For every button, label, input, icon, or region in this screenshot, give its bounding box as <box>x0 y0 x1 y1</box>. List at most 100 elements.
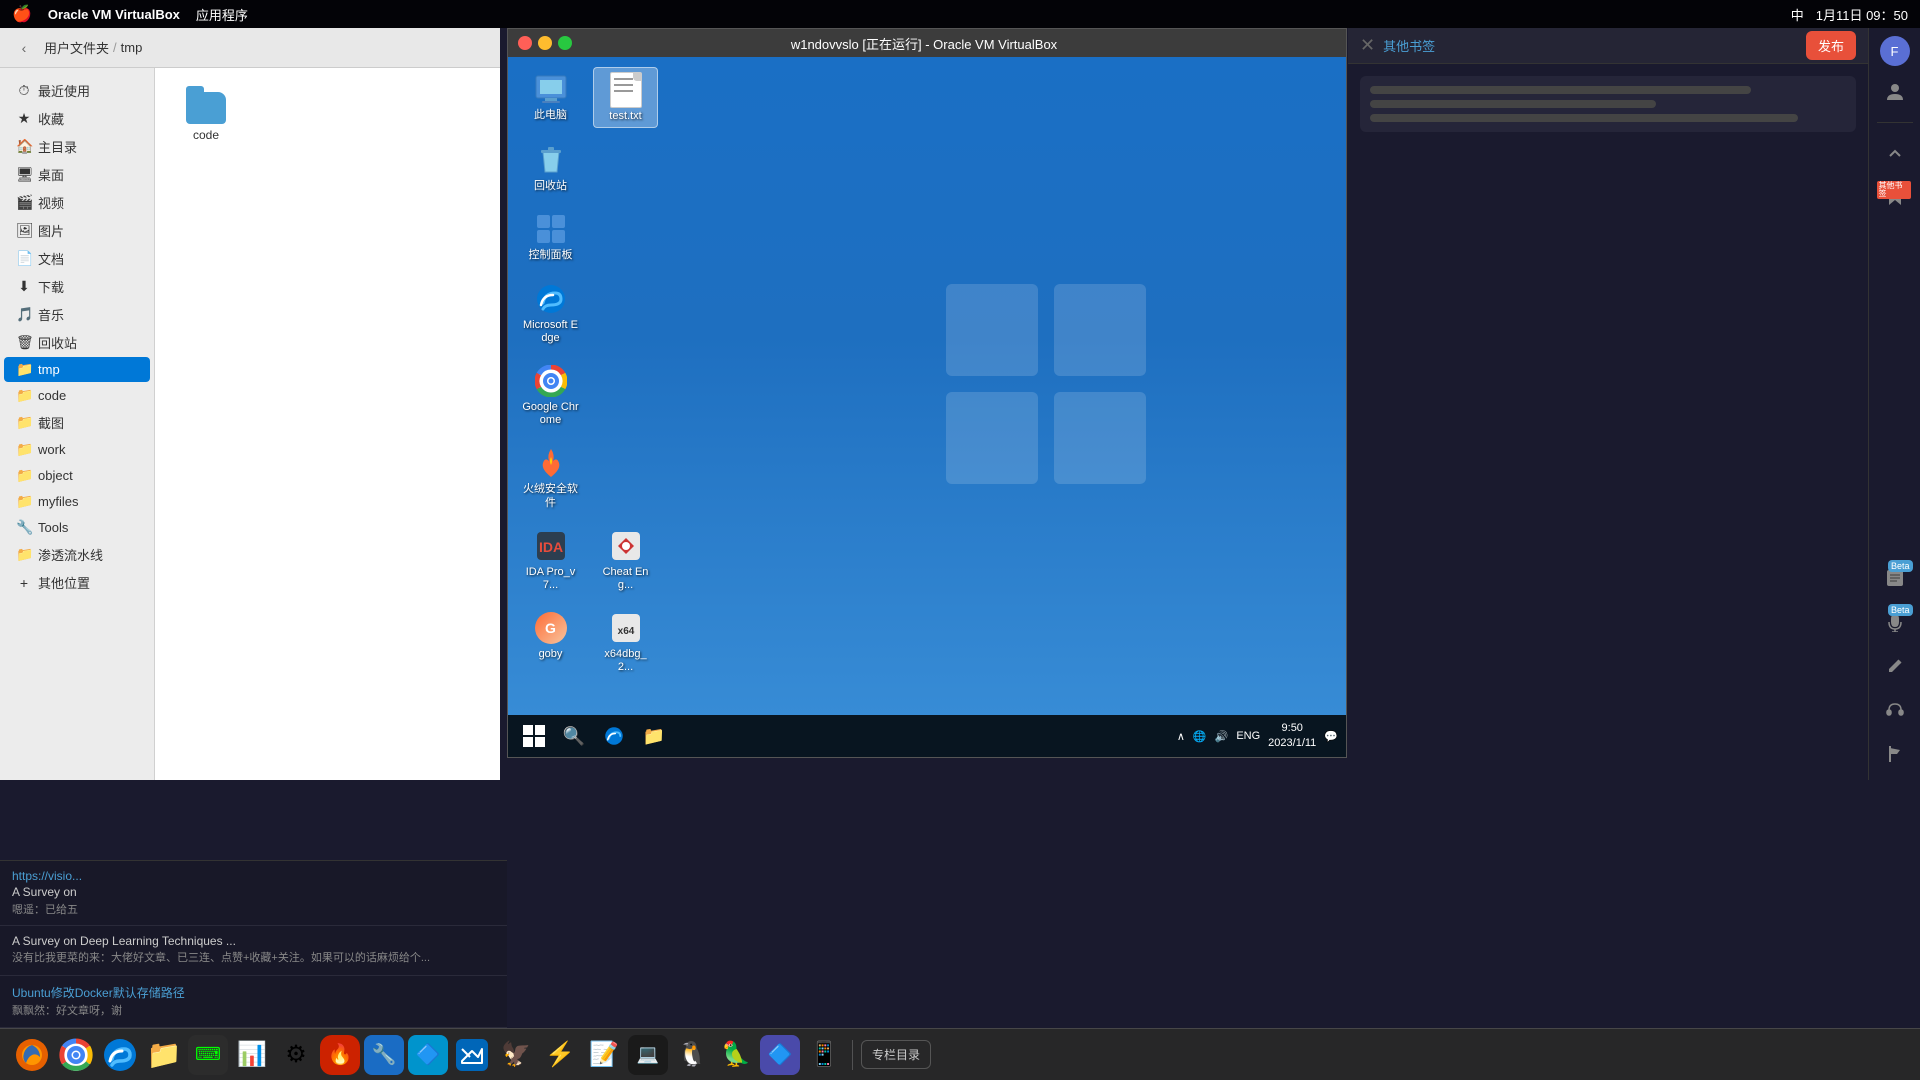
win-search-button[interactable]: 🔍 <box>556 718 592 754</box>
user-avatar[interactable]: F <box>1880 36 1910 66</box>
dock-files[interactable]: 📁 <box>144 1035 184 1075</box>
bookmarks-tab-label[interactable]: 其他书签 <box>1383 36 1435 55</box>
desktop-icon-cheatengine[interactable]: Cheat Eng... <box>593 524 658 596</box>
dock-terminal-2[interactable]: 💻 <box>628 1035 668 1075</box>
win10-desktop[interactable]: 此电脑 test.txt <box>508 57 1346 757</box>
dock-app-pencil[interactable]: 📝 <box>584 1035 624 1075</box>
notes-beta-icon[interactable]: Beta <box>1877 560 1913 596</box>
vbox-close-button[interactable] <box>518 36 532 50</box>
vbox-content[interactable]: 此电脑 test.txt <box>508 57 1346 757</box>
flag-icon[interactable] <box>1877 736 1913 772</box>
dock-app-extra[interactable]: 🔷 <box>760 1035 800 1075</box>
breadcrumb-home[interactable]: 用户文件夹 <box>44 38 109 57</box>
chat-title-1: A Survey on <box>12 885 495 899</box>
sidebar-item-desktop[interactable]: 🖥 桌面 <box>4 161 150 188</box>
dock-vscode[interactable] <box>452 1035 492 1075</box>
desktop-icon-chrome[interactable]: Google Chrome <box>518 359 583 431</box>
headphones-icon[interactable] <box>1877 692 1913 728</box>
dock-browser[interactable] <box>56 1035 96 1075</box>
chat-link-3[interactable]: Ubuntu修改Docker默认存储路径 <box>12 984 495 1001</box>
desktop-icon-controlpanel[interactable]: 控制面板 <box>518 207 583 266</box>
sidebar-item-object[interactable]: 📁 object <box>4 463 150 488</box>
apple-menu[interactable]: 🍎 <box>12 4 32 24</box>
dock-tux[interactable]: 🐧 <box>672 1035 712 1075</box>
desktop-icon-ida[interactable]: IDA IDA Pro_v7... <box>518 524 583 596</box>
sidebar-item-screenshots[interactable]: 📁 截图 <box>4 409 150 436</box>
sidebar-item-work[interactable]: 📁 work <box>4 437 150 462</box>
sidebar-item-videos[interactable]: 🎬 视频 <box>4 189 150 216</box>
sidebar-item-pentest[interactable]: 📁 渗透流水线 <box>4 541 150 568</box>
sidebar-item-favorites[interactable]: ★ 收藏 <box>4 105 150 132</box>
sidebar-item-other[interactable]: + 其他位置 <box>4 569 150 596</box>
chat-link-1[interactable]: https://visio... <box>12 869 495 883</box>
win-start-button[interactable] <box>516 718 552 754</box>
sidebar-item-documents[interactable]: 📄 文档 <box>4 245 150 272</box>
win-notification-icon[interactable]: 💬 <box>1324 730 1338 743</box>
dock-activity[interactable]: 📊 <box>232 1035 272 1075</box>
sidebar-item-trash[interactable]: 🗑 回收站 <box>4 329 150 356</box>
dock-app-lightning[interactable]: ⚡ <box>540 1035 580 1075</box>
sidebar-item-code[interactable]: 📁 code <box>4 383 150 408</box>
close-tab-icon[interactable]: ✕ <box>1360 35 1375 56</box>
sidebar-item-music[interactable]: 🎵 音乐 <box>4 301 150 328</box>
sidebar-item-recent[interactable]: ⏱ 最近使用 <box>4 77 150 104</box>
expand-icon[interactable] <box>1877 135 1913 171</box>
chat-item-1[interactable]: https://visio... A Survey on 嗯遥：已给五 <box>0 861 507 926</box>
recent-icon: ⏱ <box>16 82 32 99</box>
breadcrumb: 用户文件夹 / tmp <box>44 38 142 57</box>
content-scroll-area[interactable] <box>1348 64 1868 780</box>
dock-app-teal[interactable]: 🔷 <box>408 1035 448 1075</box>
dock-app-purple[interactable]: 🦅 <box>496 1035 536 1075</box>
home-icon: 🏠 <box>16 138 32 155</box>
current-app[interactable]: Oracle VM VirtualBox <box>48 7 180 22</box>
dock-app-red[interactable]: 🔥 <box>320 1035 360 1075</box>
win-lang[interactable]: ENG <box>1236 730 1260 742</box>
fm-back-button[interactable]: ‹ <box>12 36 36 60</box>
win-date: 2023/1/11 <box>1268 736 1316 751</box>
macos-dock: 📁 ⌨ 📊 ⚙ 🔥 🔧 🔷 🦅 ⚡ 📝 💻 🐧 🦜 🔷 📱 专栏目录 <box>0 1028 1920 1080</box>
sidebar-item-home[interactable]: 🏠 主目录 <box>4 133 150 160</box>
edit-icon[interactable] <box>1877 648 1913 684</box>
dock-app-blue[interactable]: 🔧 <box>364 1035 404 1075</box>
chat-item-3[interactable]: Ubuntu修改Docker默认存储路径 飘飘然：好文章呀，谢 <box>0 976 507 1029</box>
folder-icon-code <box>186 92 226 124</box>
sidebar-item-myfiles[interactable]: 📁 myfiles <box>4 489 150 514</box>
column-dir-button[interactable]: 专栏目录 <box>861 1040 931 1069</box>
desktop-icon-mycomputer[interactable]: 此电脑 <box>518 67 583 128</box>
chat-item-2[interactable]: A Survey on Deep Learning Techniques ...… <box>0 926 507 976</box>
desktop-icon-x64dbg[interactable]: x64 x64dbg_2... <box>593 606 658 678</box>
sidebar-item-downloads[interactable]: ⬇ 下载 <box>4 273 150 300</box>
svg-text:x64: x64 <box>617 626 634 637</box>
desktop-icon-huorong[interactable]: 火绒安全软件 <box>518 441 583 513</box>
dock-chromium[interactable] <box>100 1035 140 1075</box>
folder-icon: 📁 <box>16 361 32 378</box>
sidebar-item-tools[interactable]: 🔧 Tools <box>4 515 150 540</box>
vbox-maximize-button[interactable] <box>558 36 572 50</box>
mycomputer-icon <box>533 71 569 107</box>
user-icon-2[interactable] <box>1877 74 1913 110</box>
dock-firefox[interactable] <box>12 1035 52 1075</box>
vbox-minimize-button[interactable] <box>538 36 552 50</box>
win-explorer-taskbar[interactable]: 📁 <box>636 718 672 754</box>
folder-code[interactable]: code <box>171 84 241 150</box>
bottom-chat-panel: https://visio... A Survey on 嗯遥：已给五 A Su… <box>0 860 507 1028</box>
breadcrumb-path[interactable]: tmp <box>121 40 143 55</box>
win-clock[interactable]: 9:50 2023/1/11 <box>1268 721 1316 752</box>
dock-terminal[interactable]: ⌨ <box>188 1035 228 1075</box>
dock-settings[interactable]: ⚙ <box>276 1035 316 1075</box>
desktop-icon-recycle[interactable]: 回收站 <box>518 138 583 197</box>
desktop-icon-edge[interactable]: Microsoft Edge <box>518 277 583 349</box>
menu-app-programs[interactable]: 应用程序 <box>196 5 248 24</box>
dock-social[interactable]: 🦜 <box>716 1035 756 1075</box>
folder-icon-3: 📁 <box>16 414 32 431</box>
voice-beta-icon[interactable]: Beta <box>1877 604 1913 640</box>
win-edge-taskbar[interactable] <box>596 718 632 754</box>
desktop-icon-testtxt[interactable]: test.txt <box>593 67 658 128</box>
bookmarks-icon[interactable]: 其他书签 <box>1877 179 1913 215</box>
sidebar-item-tmp[interactable]: 📁 tmp <box>4 357 150 382</box>
mycomputer-label: 此电脑 <box>534 109 567 122</box>
dock-app-11[interactable]: 📱 <box>804 1035 844 1075</box>
publish-button[interactable]: 发布 <box>1806 31 1856 60</box>
desktop-icon-goby[interactable]: G goby <box>518 606 583 678</box>
sidebar-item-pictures[interactable]: 🖼 图片 <box>4 217 150 244</box>
